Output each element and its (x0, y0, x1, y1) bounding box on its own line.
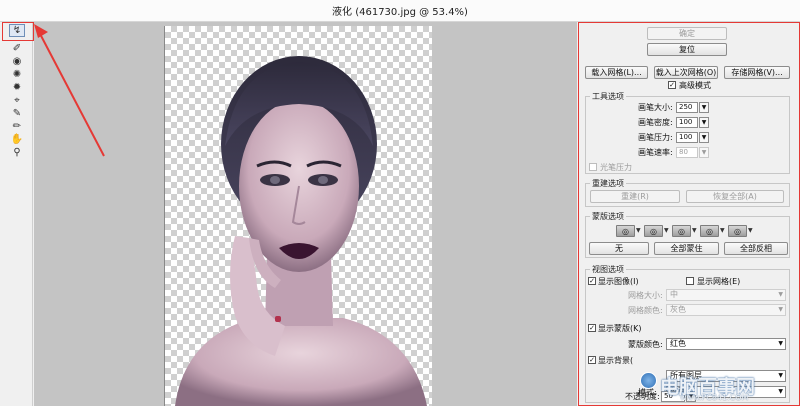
reconstruct-options-title: 重建选项 (590, 178, 626, 189)
mask-add-caret-icon[interactable]: ▼ (664, 227, 669, 234)
brush-rate-label: 画笔速率: (638, 148, 673, 157)
zoom-tool-icon[interactable]: ⚲ (9, 146, 25, 159)
mask-intersect-icon[interactable]: ◎ (700, 225, 719, 237)
mesh-color-value: 灰色 (670, 305, 686, 314)
mask-color-select[interactable]: 红色 ▼ (666, 338, 786, 350)
hand-tool-icon[interactable]: ✋ (9, 133, 25, 146)
chevron-down-icon: ▼ (778, 340, 783, 347)
view-options-title: 视图选项 (590, 264, 626, 275)
show-image-checkbox[interactable]: ✓ (588, 277, 596, 285)
chevron-down-icon: ▼ (778, 306, 783, 313)
ok-button[interactable]: 确定 (647, 27, 727, 40)
preview-image (164, 26, 432, 406)
mesh-color-select[interactable]: 灰色 ▼ (666, 304, 786, 316)
mask-subtract-caret-icon[interactable]: ▼ (692, 227, 697, 234)
show-mesh-checkbox[interactable] (686, 277, 694, 285)
annotation-arrow (34, 24, 105, 157)
mask-invert-icon[interactable]: ◎ (728, 225, 747, 237)
portrait-illustration (175, 56, 427, 406)
show-image-label: 显示图像(I) (598, 277, 639, 286)
options-panel: 确定 复位 载入网格(L)... 载入上次网格(O) 存储网格(V)... ✓ … (578, 22, 800, 406)
tool-options-title: 工具选项 (590, 91, 626, 102)
mesh-color-label: 网格颜色: (628, 306, 663, 315)
preview-canvas[interactable] (34, 22, 577, 406)
mask-options-title: 蒙版选项 (590, 211, 626, 222)
reconstruct-options-group: 重建选项 重建(R) 恢复全部(A) (585, 178, 790, 207)
pucker-tool-icon[interactable]: ✺ (9, 68, 25, 81)
freeze-mask-tool-icon[interactable]: ✎ (9, 107, 25, 120)
mask-invert-caret-icon[interactable]: ▼ (748, 227, 753, 234)
chevron-down-icon: ▼ (778, 388, 783, 395)
reset-button[interactable]: 复位 (647, 43, 727, 56)
mesh-size-select[interactable]: 中 ▼ (666, 289, 786, 301)
save-mesh-button[interactable]: 存储网格(V)... (724, 66, 790, 79)
mask-add-icon[interactable]: ◎ (644, 225, 663, 237)
stylus-pressure-checkbox[interactable] (589, 163, 597, 171)
mesh-size-label: 网格大小: (628, 291, 663, 300)
advanced-mode-label: 高级模式 (679, 81, 711, 90)
brush-density-input[interactable]: 100 (676, 117, 698, 128)
brush-size-label: 画笔大小: (638, 103, 673, 112)
chevron-down-icon: ▼ (778, 291, 783, 298)
mask-color-label: 蒙版颜色: (628, 340, 663, 349)
show-backdrop-label: 显示背景( (598, 356, 634, 365)
show-mask-checkbox[interactable]: ✓ (588, 324, 596, 332)
mask-color-value: 红色 (670, 339, 686, 348)
tool-strip: ↯ ✐ ◉ ✺ ✹ ⌖ ✎ ✏ ✋ ⚲ (0, 22, 33, 406)
window-title: 液化 (461730.jpg @ 53.4%) (332, 7, 468, 18)
show-backdrop-checkbox[interactable]: ✓ (588, 356, 596, 364)
restore-all-button[interactable]: 恢复全部(A) (686, 190, 784, 203)
invert-all-button[interactable]: 全部反相 (724, 242, 788, 255)
brush-rate-dropdown[interactable]: ▼ (699, 147, 709, 158)
opacity-label: 不透明度: (625, 392, 660, 401)
advanced-mode-checkbox[interactable]: ✓ (668, 81, 676, 89)
reconstruct-button[interactable]: 重建(R) (590, 190, 680, 203)
mask-intersect-caret-icon[interactable]: ▼ (720, 227, 725, 234)
brush-size-dropdown[interactable]: ▼ (699, 102, 709, 113)
mask-none-button[interactable]: 无 (589, 242, 649, 255)
window-title-bar: 液化 (461730.jpg @ 53.4%) (0, 0, 800, 22)
mask-replace-caret-icon[interactable]: ▼ (636, 227, 641, 234)
mask-replace-icon[interactable]: ◎ (616, 225, 635, 237)
tool-highlight-box (2, 22, 34, 41)
stylus-pressure-label: 光笔压力 (600, 163, 632, 172)
brush-pressure-input[interactable]: 100 (676, 132, 698, 143)
reconstruct-tool-icon[interactable]: ✐ (9, 42, 25, 55)
load-last-mesh-button[interactable]: 载入上次网格(O) (654, 66, 718, 79)
watermark-logo-icon (640, 372, 657, 389)
brush-size-input[interactable]: 250 (676, 102, 698, 113)
mask-all-button[interactable]: 全部蒙住 (654, 242, 719, 255)
show-mesh-label: 显示网格(E) (697, 277, 741, 286)
brush-pressure-dropdown[interactable]: ▼ (699, 132, 709, 143)
mesh-size-value: 中 (670, 290, 678, 299)
thaw-mask-tool-icon[interactable]: ✏ (9, 120, 25, 133)
push-left-tool-icon[interactable]: ⌖ (9, 94, 25, 107)
load-mesh-button[interactable]: 载入网格(L)... (585, 66, 648, 79)
brush-density-dropdown[interactable]: ▼ (699, 117, 709, 128)
twirl-tool-icon[interactable]: ◉ (9, 55, 25, 68)
tool-options-group: 工具选项 画笔大小: 250 ▼ 画笔密度: 100 ▼ 画笔压力: 100 ▼… (585, 91, 790, 174)
watermark-url: www.PC841.COM (680, 393, 749, 402)
brush-rate-input[interactable]: 80 (676, 147, 698, 158)
brush-density-label: 画笔密度: (638, 118, 673, 127)
chevron-down-icon: ▼ (778, 372, 783, 379)
bloat-tool-icon[interactable]: ✹ (9, 81, 25, 94)
show-mask-label: 显示蒙版(K) (598, 324, 642, 333)
brush-pressure-label: 画笔压力: (638, 133, 673, 142)
mask-subtract-icon[interactable]: ◎ (672, 225, 691, 237)
